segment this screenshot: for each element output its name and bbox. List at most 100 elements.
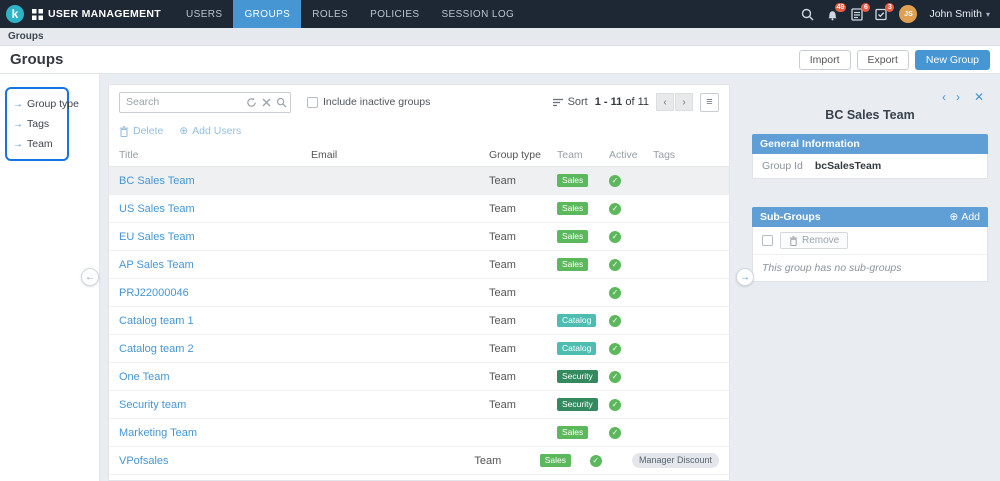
nav-item-session-log[interactable]: SESSION LOG bbox=[430, 0, 525, 28]
sidebar-item-group-type[interactable]: → Group type bbox=[11, 94, 79, 114]
table-row[interactable]: EU Sales Team Team Sales ✓ bbox=[109, 223, 729, 251]
logo-letter: k bbox=[11, 7, 19, 21]
page-next-button[interactable]: › bbox=[675, 93, 693, 111]
group-title-link[interactable]: BC Sales Team bbox=[119, 175, 195, 187]
group-title-link[interactable]: US Sales Team bbox=[119, 203, 195, 215]
table-row[interactable]: Marketing Team Sales ✓ bbox=[109, 419, 729, 447]
column-header[interactable]: Email bbox=[311, 149, 489, 161]
nav-item-policies[interactable]: POLICIES bbox=[359, 0, 430, 28]
active-check-icon: ✓ bbox=[609, 258, 621, 271]
arrow-right-icon: → bbox=[13, 98, 23, 110]
page-prev-button[interactable]: ‹ bbox=[656, 93, 674, 111]
group-title-link[interactable]: Security team bbox=[119, 399, 186, 411]
column-header[interactable]: Tags bbox=[653, 149, 719, 161]
active-check-icon: ✓ bbox=[609, 202, 621, 215]
include-inactive-label: Include inactive groups bbox=[323, 96, 431, 108]
import-button[interactable]: Import bbox=[798, 49, 851, 70]
active-check-icon: ✓ bbox=[609, 230, 621, 243]
user-menu[interactable]: John Smith ▾ bbox=[929, 8, 990, 20]
expand-detail-button[interactable]: → bbox=[736, 268, 754, 286]
add-subgroup-button[interactable]: ⊕ Add bbox=[950, 211, 981, 223]
team-badge: Sales bbox=[557, 258, 589, 271]
subgroup-select-all-checkbox[interactable] bbox=[762, 235, 773, 246]
nav-item-groups[interactable]: GROUPS bbox=[233, 0, 302, 28]
topbar-right: 49 6 3 JS John Smith ▾ bbox=[801, 2, 1000, 23]
approvals-icon[interactable]: 3 bbox=[875, 2, 895, 21]
general-information-card: General Information Group Id bcSalesTeam bbox=[752, 134, 988, 179]
column-header[interactable]: Team bbox=[557, 149, 609, 161]
trash-icon bbox=[119, 125, 129, 137]
table-row[interactable]: Security team Team Security ✓ bbox=[109, 391, 729, 419]
team-badge: Sales bbox=[557, 426, 589, 439]
include-inactive-checkbox[interactable]: Include inactive groups bbox=[307, 96, 430, 108]
tasks-icon[interactable]: 6 bbox=[851, 2, 871, 21]
sort-icon bbox=[552, 98, 563, 106]
team-badge: Catalog bbox=[557, 342, 597, 355]
column-header[interactable]: Active bbox=[609, 149, 653, 161]
active-check-icon: ✓ bbox=[609, 314, 621, 327]
group-title-link[interactable]: One Team bbox=[119, 371, 170, 383]
group-type: Team bbox=[489, 230, 516, 243]
arrow-right-icon: → bbox=[13, 138, 23, 150]
group-title-link[interactable]: EU Sales Team bbox=[119, 231, 195, 243]
active-check-icon: ✓ bbox=[609, 342, 621, 355]
checkbox-icon[interactable] bbox=[307, 96, 318, 108]
table-row[interactable]: Catalog team 1 Team Catalog ✓ bbox=[109, 307, 729, 335]
avatar[interactable]: JS bbox=[899, 5, 918, 23]
group-type: Team bbox=[489, 314, 516, 327]
detail-prev-button[interactable]: ‹ bbox=[942, 90, 946, 104]
list-menu-button[interactable]: ≡ bbox=[700, 92, 719, 112]
sidebar-item-tags[interactable]: → Tags bbox=[11, 114, 63, 134]
logo[interactable]: k bbox=[6, 5, 24, 23]
collapse-sidebar-button[interactable]: ← bbox=[81, 268, 99, 286]
active-check-icon: ✓ bbox=[609, 370, 621, 383]
active-check-icon: ✓ bbox=[589, 454, 602, 467]
arrow-right-icon: → bbox=[13, 118, 23, 130]
column-header[interactable]: Group type bbox=[489, 149, 557, 161]
table-row[interactable]: PRJ22000046 Team ✓ bbox=[109, 279, 729, 307]
group-title-link[interactable]: PRJ22000046 bbox=[119, 287, 189, 299]
trash-icon bbox=[789, 235, 798, 246]
active-check-icon: ✓ bbox=[609, 286, 621, 299]
detail-close-button[interactable]: ✕ bbox=[974, 90, 984, 104]
team-badge: Security bbox=[557, 398, 598, 411]
detail-next-button[interactable]: › bbox=[956, 90, 960, 104]
approvals-badge: 3 bbox=[885, 2, 895, 12]
delete-button[interactable]: Delete bbox=[119, 125, 163, 137]
table-row[interactable]: One Team Team Security ✓ bbox=[109, 363, 729, 391]
sidebar-item-team[interactable]: → Team bbox=[11, 134, 63, 154]
team-badge: Sales bbox=[557, 230, 589, 243]
nav-item-users[interactable]: USERS bbox=[175, 0, 233, 28]
group-title-link[interactable]: Catalog team 2 bbox=[119, 343, 194, 355]
search-submit-icon[interactable] bbox=[276, 97, 287, 108]
export-button[interactable]: Export bbox=[856, 49, 909, 70]
table-row[interactable]: Catalog team 2 Team Catalog ✓ bbox=[109, 335, 729, 363]
app-title: USER MANAGEMENT bbox=[48, 8, 162, 20]
clear-icon[interactable] bbox=[262, 98, 271, 107]
detail-nav: ‹ › ✕ bbox=[752, 84, 988, 104]
new-group-button[interactable]: New Group bbox=[914, 49, 990, 70]
column-header[interactable]: Title bbox=[119, 149, 311, 161]
group-title-link[interactable]: VPofsales bbox=[119, 455, 169, 467]
remove-subgroup-button[interactable]: Remove bbox=[780, 232, 849, 249]
add-users-button[interactable]: ⊕ Add Users bbox=[179, 125, 241, 137]
table-row[interactable]: VPofsales Team Sales ✓ Manager Discount bbox=[109, 447, 729, 475]
notifications-icon[interactable]: 49 bbox=[826, 2, 847, 21]
plus-circle-icon: ⊕ bbox=[949, 211, 959, 223]
tasks-badge: 6 bbox=[861, 2, 871, 12]
group-title-link[interactable]: AP Sales Team bbox=[119, 259, 194, 271]
add-subgroup-label: Add bbox=[961, 211, 980, 223]
group-title-link[interactable]: Catalog team 1 bbox=[119, 315, 194, 327]
nav-item-roles[interactable]: ROLES bbox=[301, 0, 359, 28]
group-title-link[interactable]: Marketing Team bbox=[119, 427, 197, 439]
topbar: k USER MANAGEMENT USERS GROUPS ROLES POLICI… bbox=[0, 0, 1000, 28]
refresh-icon[interactable] bbox=[246, 97, 257, 108]
breadcrumb[interactable]: Groups bbox=[8, 31, 44, 42]
menu-icon: ≡ bbox=[706, 96, 713, 108]
table-row[interactable]: US Sales Team Team Sales ✓ bbox=[109, 195, 729, 223]
sort-button[interactable]: Sort bbox=[552, 96, 588, 108]
table-row[interactable]: BC Sales Team Team Sales ✓ bbox=[109, 167, 729, 195]
search-icon[interactable] bbox=[801, 8, 814, 21]
table-row[interactable]: AP Sales Team Team Sales ✓ bbox=[109, 251, 729, 279]
group-type: Team bbox=[489, 286, 516, 299]
